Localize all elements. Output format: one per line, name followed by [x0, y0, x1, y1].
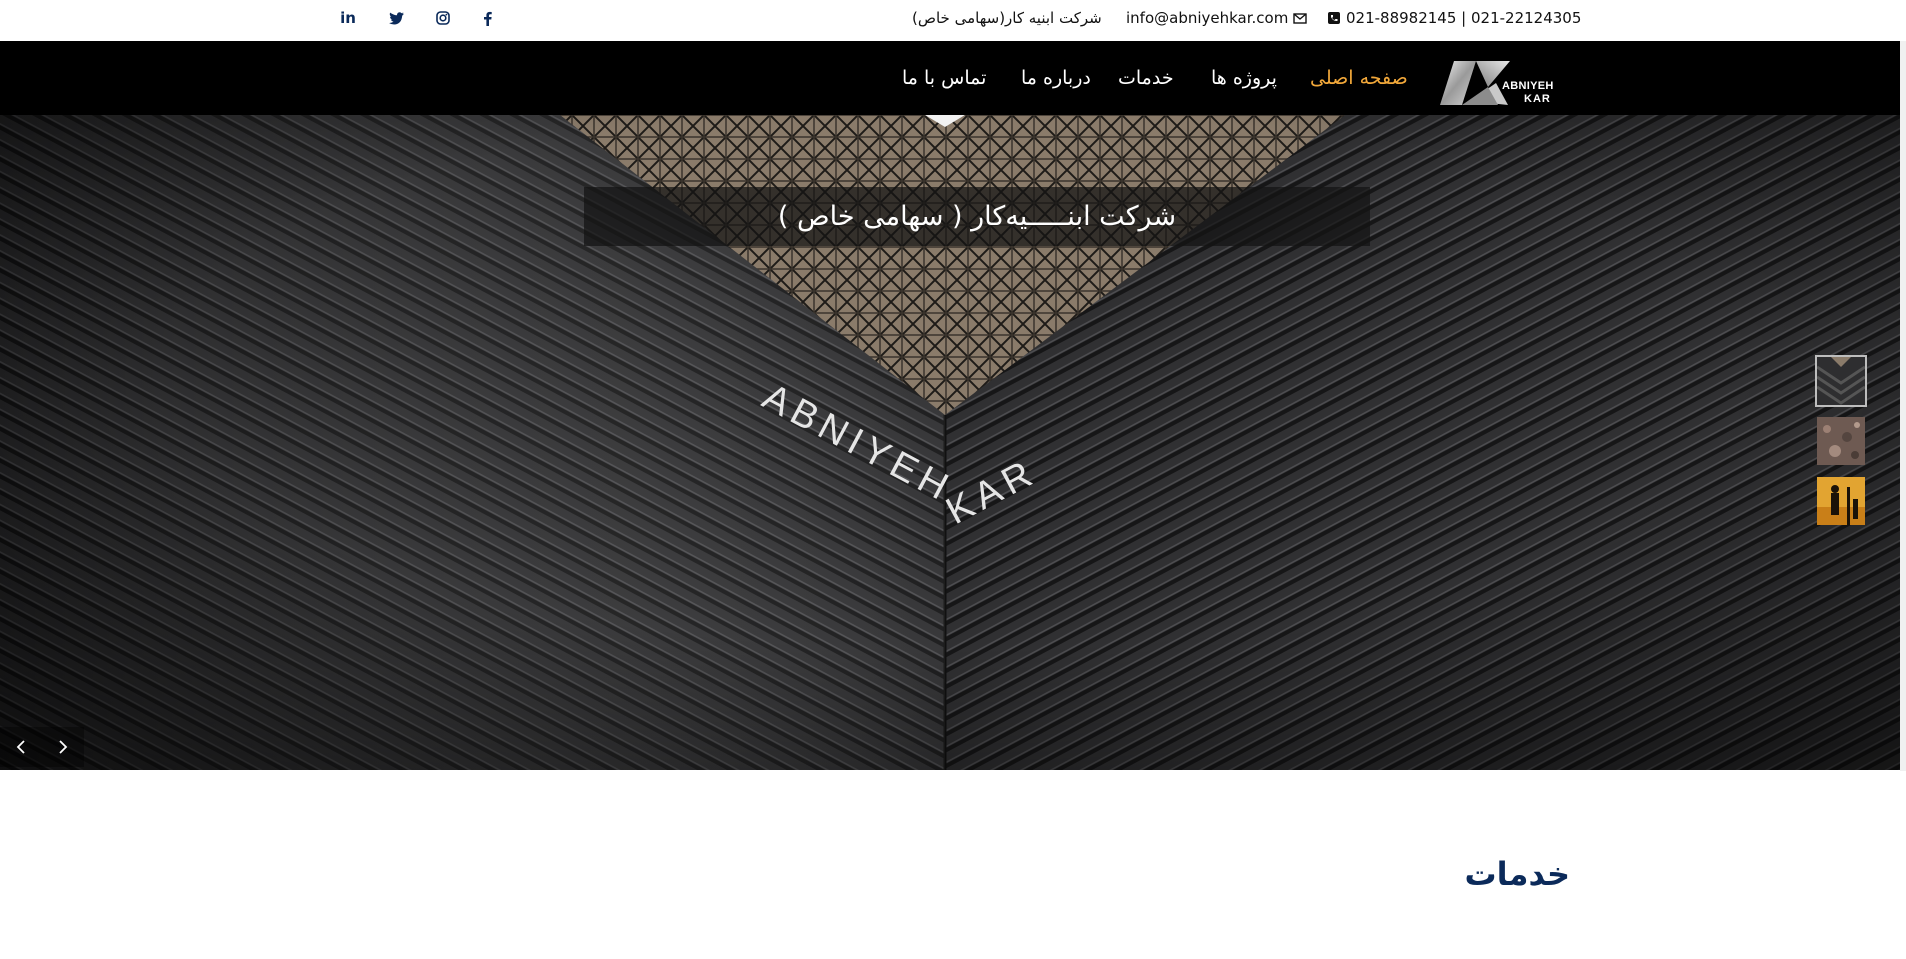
- company-name: شرکت ابنیه کار(سهامی خاص): [912, 9, 1102, 27]
- nav-item-about[interactable]: درباره ما: [1021, 61, 1091, 95]
- nav-item-home[interactable]: صفحه اصلی: [1310, 61, 1408, 95]
- facebook-icon[interactable]: [475, 6, 499, 30]
- twitter-icon[interactable]: [384, 6, 408, 30]
- linkedin-icon[interactable]: in: [336, 6, 360, 30]
- slider-next-button[interactable]: [42, 727, 84, 767]
- hero-caption-text: شرکت ابنـــــیه‌کار ( سهامی خاص ): [777, 201, 1177, 232]
- slide-thumbnail[interactable]: [1815, 355, 1867, 407]
- email-text[interactable]: info@abniyehkar.com: [1126, 9, 1288, 27]
- envelope-icon: [1293, 13, 1308, 24]
- page-scrollbar[interactable]: [1900, 41, 1906, 771]
- nav-item-projects[interactable]: پروژه ها: [1211, 61, 1277, 95]
- logo-text-top: ABNIYEH: [1502, 80, 1554, 92]
- services-section-title: خدمات: [1464, 855, 1570, 893]
- slider-thumbnails: [1815, 355, 1871, 535]
- logo-text-bottom: KAR: [1524, 93, 1551, 105]
- site-logo[interactable]: ABNIYEH KAR: [1440, 51, 1560, 107]
- main-navbar: ABNIYEH KAR صفحه اصلی پروژه ها خدمات درب…: [0, 41, 1900, 115]
- slide-thumbnail[interactable]: [1815, 415, 1867, 467]
- chevron-left-icon: [16, 740, 25, 754]
- top-info-bar: 021-88982145 | 021-22124305 info@abniyeh…: [0, 0, 1906, 41]
- phone-contact: 021-88982145 | 021-22124305: [1327, 0, 1581, 36]
- hero-slider: ABNIYEH KAR شرکت ابنـــــیه‌کار ( سهامی …: [0, 115, 1900, 770]
- email-contact[interactable]: info@abniyehkar.com: [1126, 0, 1308, 36]
- phone-text: 021-88982145 | 021-22124305: [1346, 9, 1582, 27]
- phone-icon: [1328, 12, 1340, 24]
- slide-thumbnail[interactable]: [1815, 475, 1867, 527]
- slider-prev-button[interactable]: [0, 727, 42, 767]
- nav-item-services[interactable]: خدمات: [1118, 61, 1174, 95]
- hero-caption: شرکت ابنـــــیه‌کار ( سهامی خاص ): [584, 187, 1370, 246]
- chevron-right-icon: [59, 740, 68, 754]
- slider-arrows: [0, 727, 84, 767]
- instagram-icon[interactable]: [431, 6, 455, 30]
- nav-item-contact[interactable]: تماس با ما: [902, 61, 986, 95]
